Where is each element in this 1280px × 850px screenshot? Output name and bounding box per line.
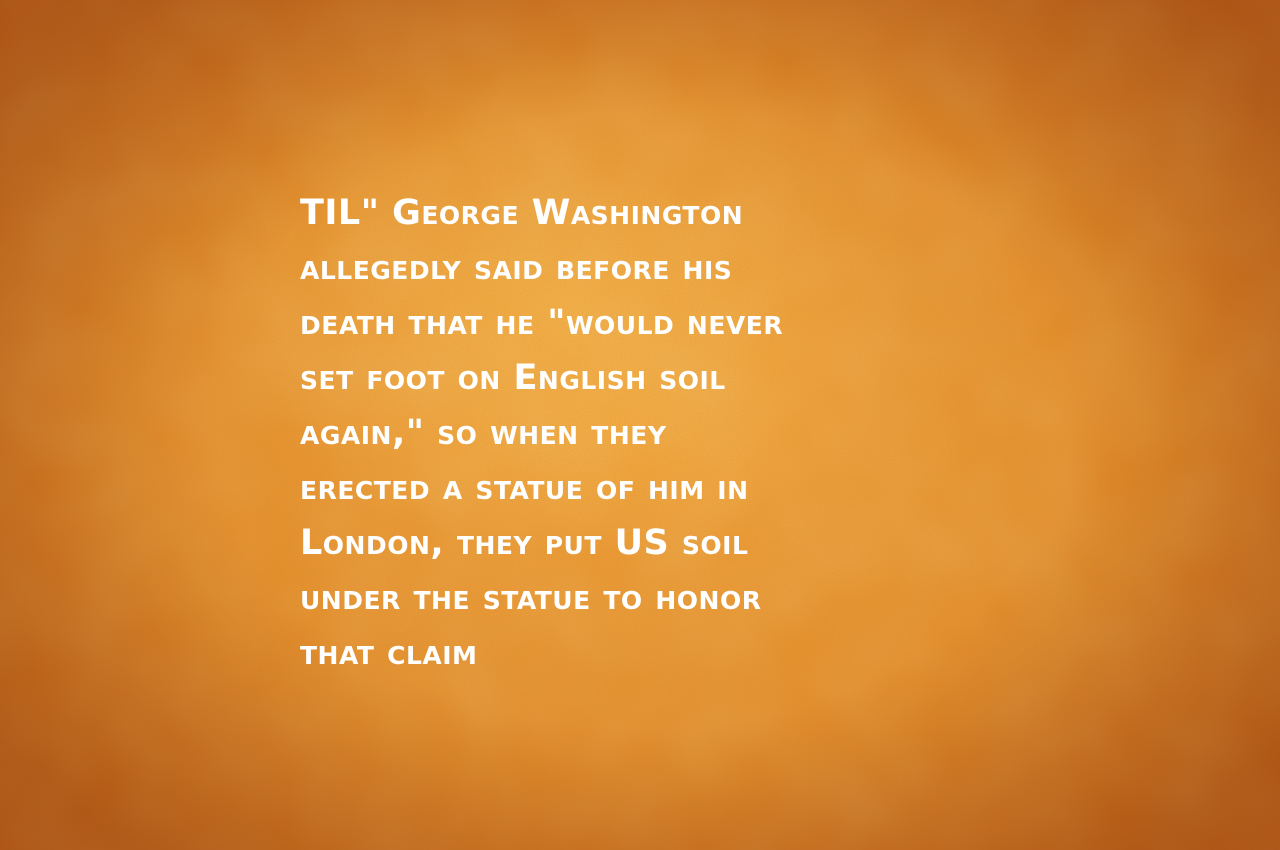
quote-line: erected a statue of him in xyxy=(300,468,749,508)
quote-line: death that he "would never xyxy=(300,303,784,343)
quote-line: allegedly said before his xyxy=(300,248,733,288)
quote-line: London, they put US soil xyxy=(300,523,749,563)
quote-line: again," so when they xyxy=(300,413,667,453)
quote-line: TIL" George Washington xyxy=(300,193,744,233)
quote-card: TIL" George Washington allegedly said be… xyxy=(0,0,1280,850)
quote-line: under the statue to honor xyxy=(300,578,762,618)
quote-text: TIL" George Washington allegedly said be… xyxy=(300,186,1000,681)
quote-line: that claim xyxy=(300,633,478,673)
quote-line: set foot on English soil xyxy=(300,358,726,398)
